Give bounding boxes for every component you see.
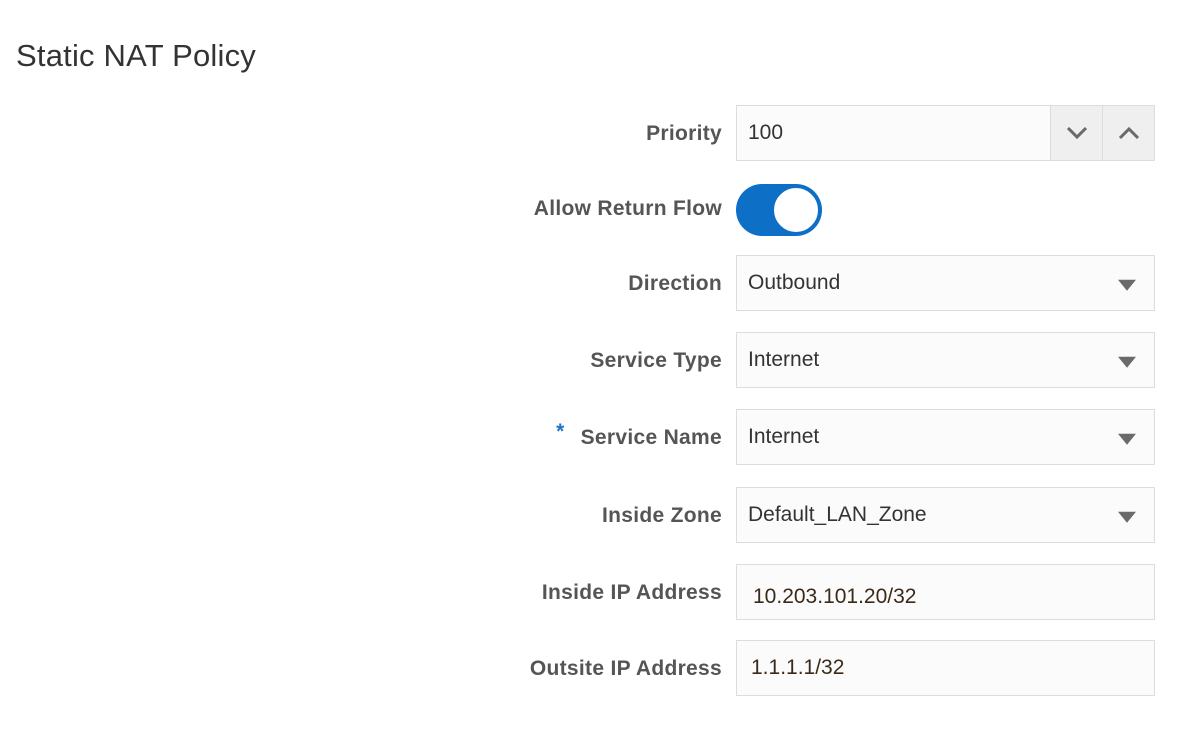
required-indicator: *: [556, 420, 565, 443]
service-type-select[interactable]: Internet: [736, 332, 1155, 388]
direction-label: Direction: [628, 272, 722, 295]
outside-ip-label: Outsite IP Address: [529, 657, 722, 680]
inside-zone-value: Default_LAN_Zone: [748, 503, 927, 526]
inside-zone-label: Inside Zone: [602, 504, 722, 527]
service-name-label: Service Name: [580, 426, 722, 449]
caret-down-icon: [1118, 356, 1136, 368]
inside-ip-value: 10.203.101.20/32: [753, 585, 917, 609]
outside-ip-value: 1.1.1.1/32: [751, 656, 845, 679]
outside-ip-input[interactable]: 1.1.1.1/32: [736, 640, 1155, 696]
service-name-select[interactable]: Internet: [736, 409, 1155, 465]
allow-return-flow-row: Allow Return Flow: [0, 180, 1196, 238]
caret-down-icon: [1118, 433, 1136, 445]
inside-zone-row: Inside Zone Default_LAN_Zone: [0, 487, 1196, 545]
service-type-label: Service Type: [590, 349, 722, 372]
service-name-label-group: * Service Name: [556, 420, 722, 450]
priority-stepper[interactable]: 100: [736, 105, 1155, 161]
direction-row: Direction Outbound: [0, 255, 1196, 313]
chevron-up-icon: [1118, 126, 1139, 140]
priority-decrement-button[interactable]: [1050, 106, 1102, 160]
caret-down-icon: [1118, 511, 1136, 523]
allow-return-flow-label: Allow Return Flow: [533, 197, 722, 220]
inside-ip-input[interactable]: 10.203.101.20/32: [736, 564, 1155, 620]
priority-row: Priority 100: [0, 105, 1196, 163]
chevron-down-icon: [1066, 126, 1087, 140]
toggle-knob: [773, 187, 819, 233]
service-name-value: Internet: [748, 425, 820, 448]
outside-ip-row: Outsite IP Address 1.1.1.1/32: [0, 640, 1196, 698]
inside-ip-row: Inside IP Address 10.203.101.20/32: [0, 564, 1196, 622]
allow-return-flow-toggle[interactable]: [736, 184, 822, 236]
direction-value: Outbound: [748, 271, 841, 294]
service-name-row: * Service Name Internet: [0, 409, 1196, 467]
direction-select[interactable]: Outbound: [736, 255, 1155, 311]
service-type-row: Service Type Internet: [0, 332, 1196, 390]
priority-increment-button[interactable]: [1102, 106, 1154, 160]
page-title: Static NAT Policy: [16, 38, 256, 73]
priority-value: 100: [748, 121, 784, 144]
inside-zone-select[interactable]: Default_LAN_Zone: [736, 487, 1155, 543]
inside-ip-label: Inside IP Address: [541, 581, 722, 604]
priority-label: Priority: [646, 122, 722, 145]
service-type-value: Internet: [748, 348, 820, 371]
caret-down-icon: [1118, 279, 1136, 291]
